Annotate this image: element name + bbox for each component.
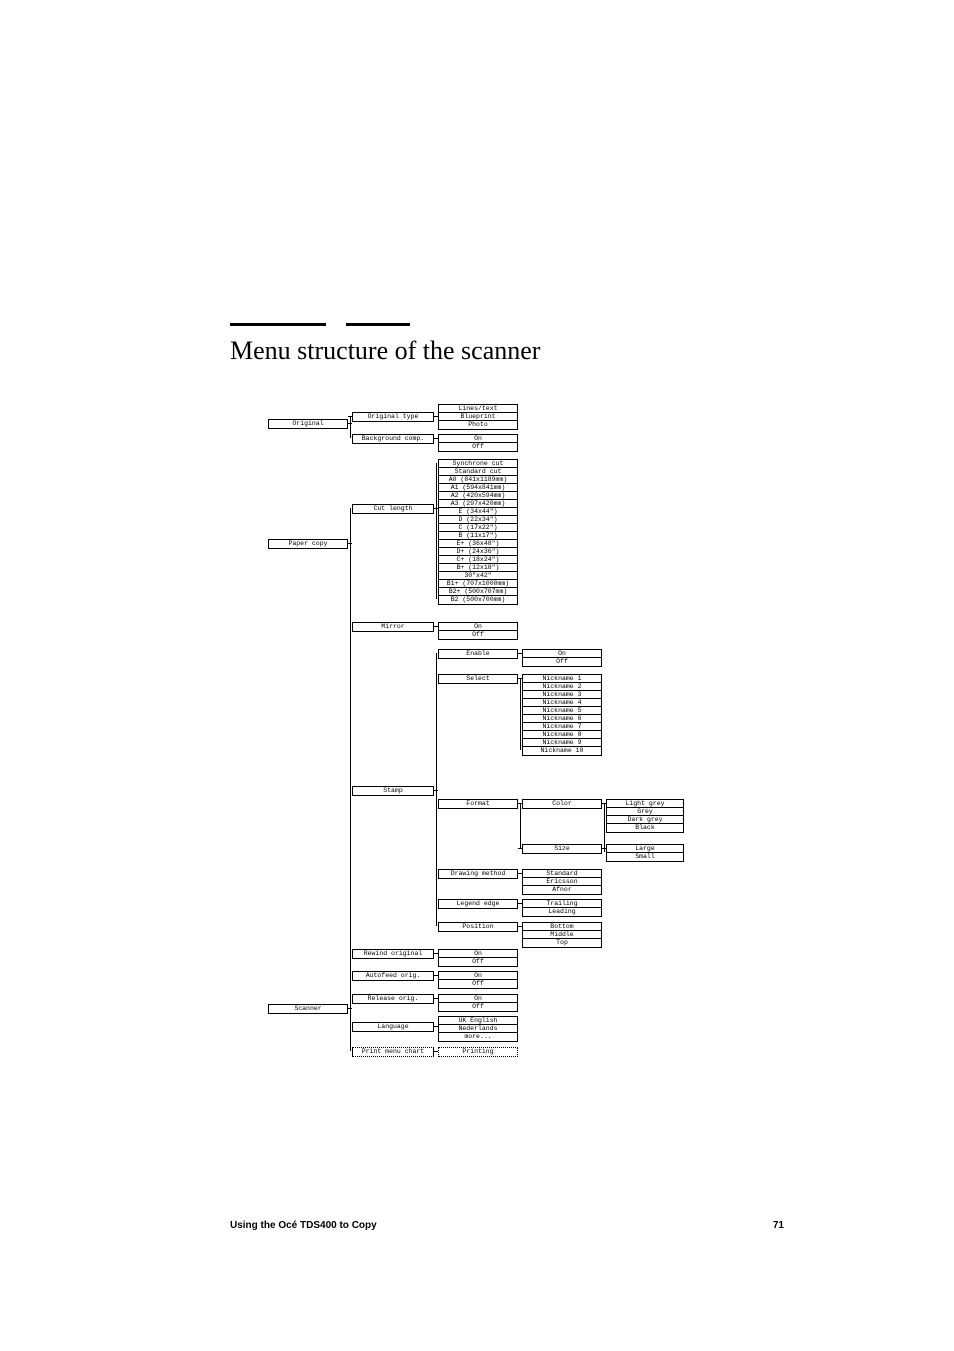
- section-header: Menu structure of the scanner: [230, 316, 730, 366]
- col2-autofeed-orig: Autofeed orig.: [352, 971, 434, 981]
- page-number: 71: [773, 1220, 784, 1231]
- stamp-select: Select: [438, 674, 518, 684]
- menu-structure-diagram: Original Paper copy Scanner Original typ…: [233, 404, 721, 1098]
- cut-b2: B2 (500x700mm): [438, 595, 518, 605]
- size-small: Small: [606, 852, 684, 862]
- stamp-position: Position: [438, 922, 518, 932]
- col1-scanner: Scanner: [268, 1004, 348, 1014]
- rewind-off: Off: [438, 957, 518, 967]
- col2-cut-length: Cut length: [352, 504, 434, 514]
- stamp-enable: Enable: [438, 649, 518, 659]
- enable-off: Off: [522, 657, 602, 667]
- stamp-legend-edge: Legend edge: [438, 899, 518, 909]
- col2-stamp: Stamp: [352, 786, 434, 796]
- col1-paper-copy: Paper copy: [268, 539, 348, 549]
- col2-rewind-original: Rewind original: [352, 949, 434, 959]
- format-size: Size: [522, 844, 602, 854]
- opt-photo: Photo: [438, 420, 518, 430]
- printing-dotted: Printing: [438, 1047, 518, 1057]
- color-black: Black: [606, 823, 684, 833]
- nickname-10: Nickname 10: [522, 746, 602, 756]
- opt-bgcomp-off: Off: [438, 442, 518, 452]
- col2-print-menu-chart: Print menu chart: [352, 1047, 434, 1057]
- dm-afnor: Afnor: [522, 885, 602, 895]
- col2-original-type: Original type: [352, 412, 434, 422]
- autofeed-off: Off: [438, 979, 518, 989]
- footer-text: Using the Océ TDS400 to Copy: [230, 1220, 377, 1231]
- col2-background-comp: Background comp.: [352, 434, 434, 444]
- release-off: Off: [438, 1002, 518, 1012]
- mirror-off: Off: [438, 630, 518, 640]
- pos-top: Top: [522, 938, 602, 948]
- col2-language: Language: [352, 1022, 434, 1032]
- le-leading: Leading: [522, 907, 602, 917]
- col2-mirror: Mirror: [352, 622, 434, 632]
- page-title: Menu structure of the scanner: [230, 336, 730, 366]
- col2-release-orig: Release orig.: [352, 994, 434, 1004]
- lang-more: more...: [438, 1032, 518, 1042]
- format-color: Color: [522, 799, 602, 809]
- stamp-drawing-method: Drawing method: [438, 869, 518, 879]
- page-footer: Using the Océ TDS400 to Copy 71: [230, 1220, 784, 1231]
- stamp-format: Format: [438, 799, 518, 809]
- col1-original: Original: [268, 419, 348, 429]
